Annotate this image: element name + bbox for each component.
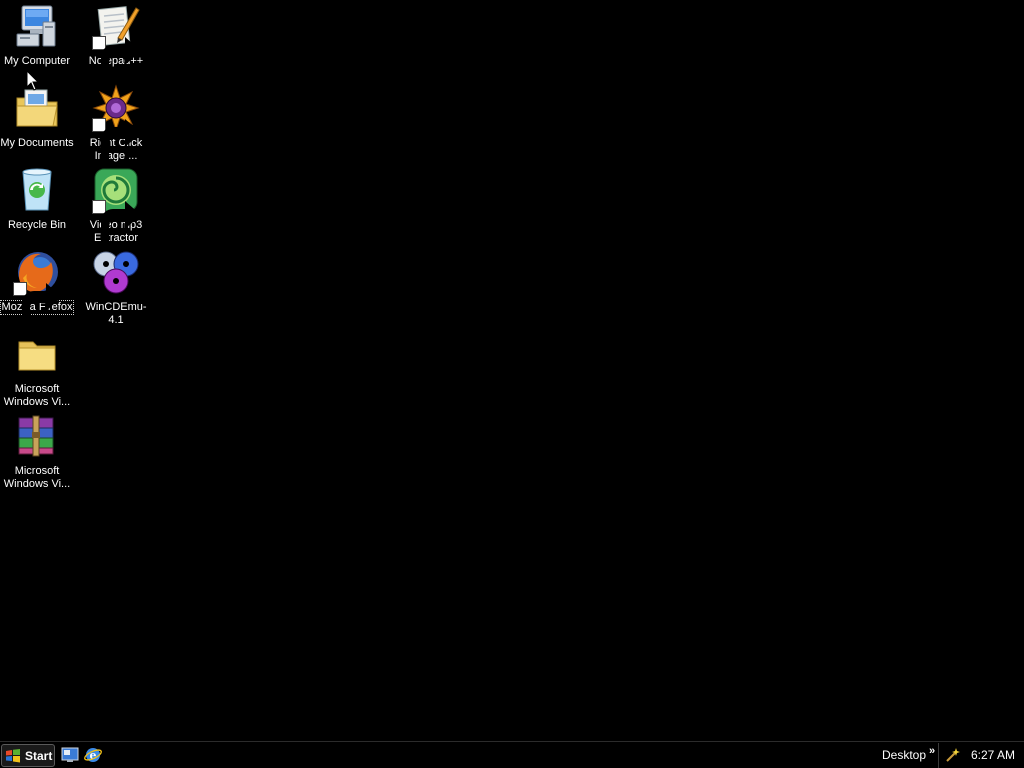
folder-icon	[13, 330, 61, 378]
mouse-pointer-icon	[26, 70, 40, 91]
desktop-icon-my-computer[interactable]: My Computer	[0, 2, 76, 69]
desktop-icon-wincdemu[interactable]: WinCDEmu-4.1	[77, 248, 155, 328]
desktop-icon-ms-windows-folder[interactable]: Microsoft Windows Vi...	[0, 330, 76, 410]
icon-label: Microsoft Windows Vi...	[3, 383, 71, 408]
shortcut-arrow-icon	[13, 282, 62, 323]
show-desktop-icon[interactable]	[61, 746, 79, 764]
start-button[interactable]: Start	[1, 744, 55, 767]
firefox-icon	[13, 248, 62, 323]
desktop-toolbar-label[interactable]: Desktop	[882, 748, 926, 762]
start-label: Start	[25, 748, 53, 763]
desktop-icon-my-documents[interactable]: My Documents	[0, 84, 76, 151]
desktop-icon-notepad-plus-plus[interactable]: Notepad++	[77, 2, 155, 77]
desktop-icon-ms-windows-archive[interactable]: Microsoft Windows Vi...	[0, 412, 76, 492]
notepad-plus-plus-icon	[92, 2, 141, 77]
icon-label: Microsoft Windows Vi...	[3, 465, 71, 490]
shortcut-arrow-icon	[92, 118, 141, 159]
icon-label: My Documents	[0, 137, 74, 149]
video-mp3-extractor-icon	[92, 166, 141, 241]
desktop[interactable]: My Computer My Documents Recycle Bin Moz…	[0, 0, 1024, 741]
desktop-icon-mozilla-firefox[interactable]: Mozilla Firefox	[0, 248, 76, 323]
system-tray: 6:27 AM	[938, 743, 1024, 768]
internet-explorer-icon[interactable]: e	[84, 746, 102, 764]
clock[interactable]: 6:27 AM	[971, 748, 1015, 762]
magic-wand-icon[interactable]	[945, 747, 961, 763]
icon-label: WinCDEmu-4.1	[85, 301, 147, 326]
icon-label: My Computer	[3, 55, 71, 67]
cd-discs-icon	[92, 248, 140, 296]
desktop-icon-right-click-image[interactable]: Right Click Image ...	[77, 84, 155, 164]
my-computer-icon	[13, 2, 61, 50]
desktop-icon-video-mp3-extractor[interactable]: Video mp3 Extractor	[77, 166, 155, 246]
icon-label: Recycle Bin	[7, 219, 67, 231]
desktop-icon-recycle-bin[interactable]: Recycle Bin	[0, 166, 76, 233]
windows-logo-icon	[6, 748, 20, 762]
toolbar-chevron-icon[interactable]: »	[929, 745, 935, 757]
shortcut-arrow-icon	[92, 200, 141, 241]
sunburst-gear-icon	[92, 84, 141, 159]
taskbar: Start e Desktop » 6:27 AM	[0, 741, 1024, 768]
shortcut-arrow-icon	[92, 36, 141, 77]
recycle-bin-icon	[13, 166, 61, 214]
winrar-archive-icon	[13, 412, 61, 460]
